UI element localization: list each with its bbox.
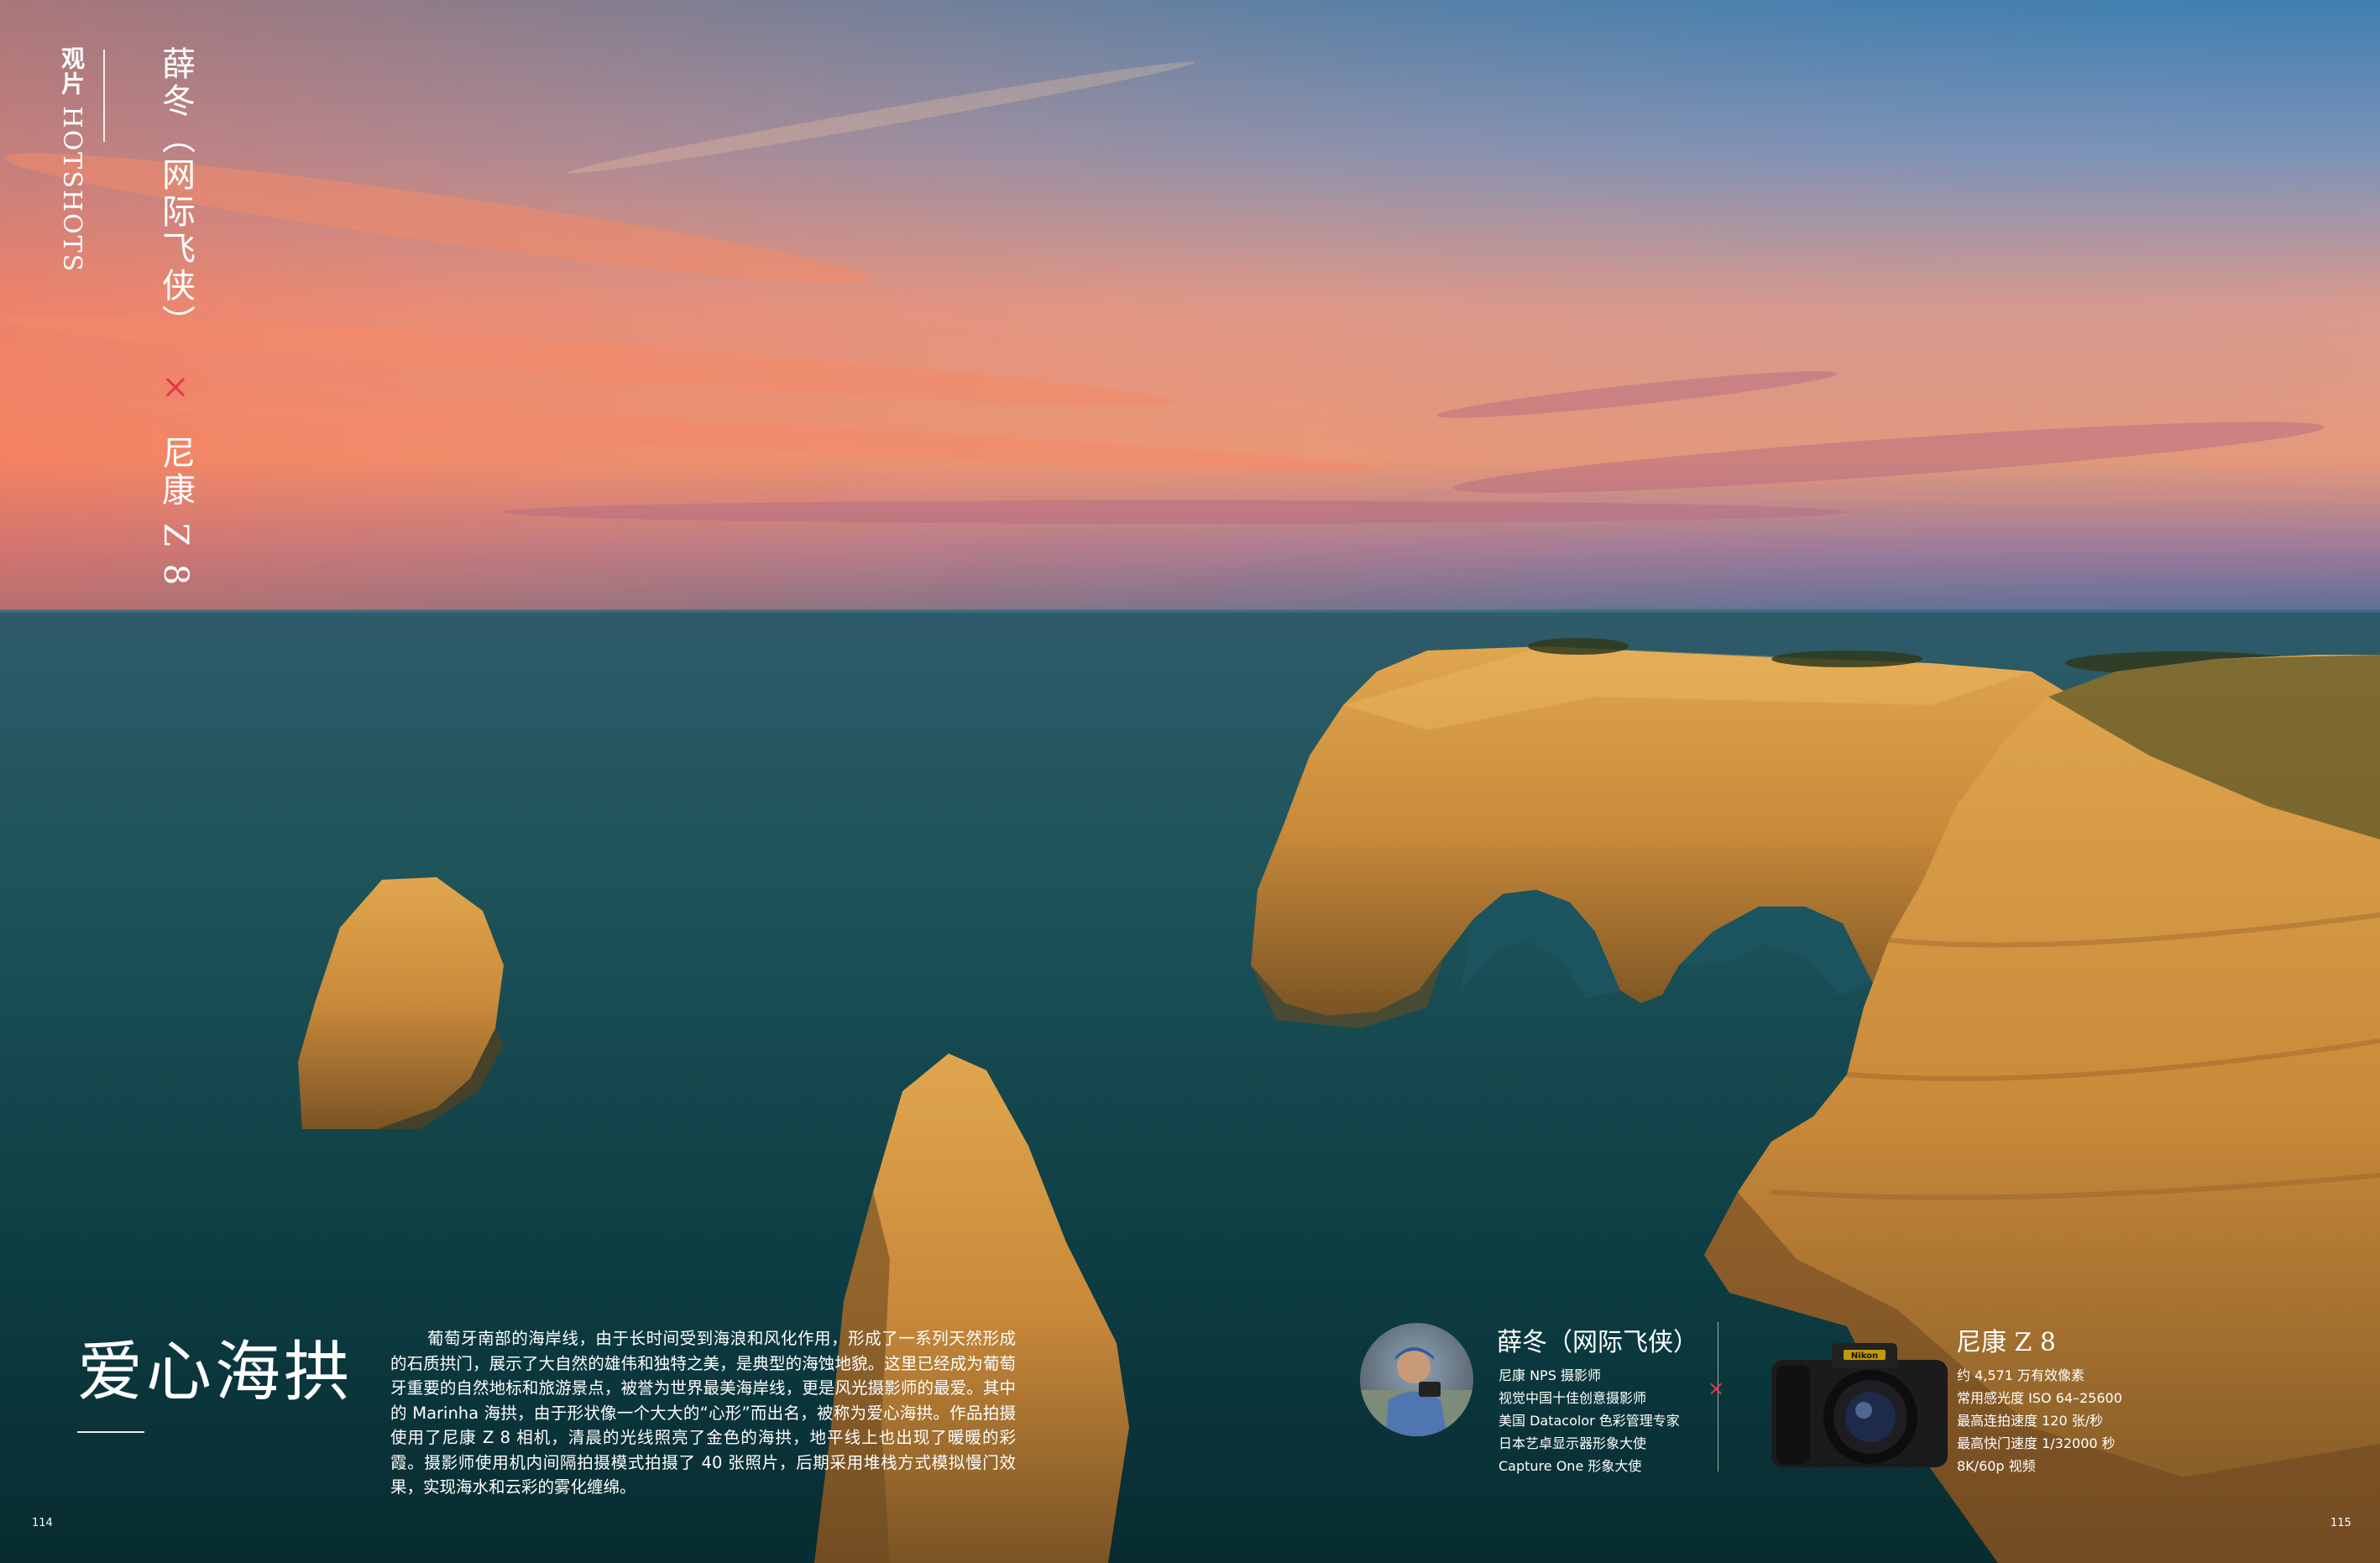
page-number-right: 115: [2330, 1517, 2351, 1529]
article-body: 葡萄牙南部的海岸线，由于长时间受到海浪和风化作用，形成了一系列天然形成的石质拱门…: [390, 1329, 1016, 1497]
spec-line: 8K/60p 视频: [1957, 1458, 2036, 1474]
bio-line: 尼康 NPS 摄影师: [1499, 1367, 1601, 1383]
photographer-name: 薛冬（网际飞侠）: [1497, 1328, 1698, 1357]
bio-line: 视觉中国十佳创意摄影师: [1499, 1390, 1647, 1406]
bio-line: 日本艺卓显示器形象大使: [1499, 1435, 1647, 1451]
avatar: [1360, 1323, 1473, 1436]
bio-line: Capture One 形象大使: [1499, 1458, 1642, 1474]
times-icon: ×: [1708, 1377, 1725, 1400]
camera-title: 尼康 Z 8: [1956, 1328, 2057, 1357]
article-title: 爱心海拱: [77, 1335, 353, 1410]
magazine-spread: Nikon 观片 HOTSHOTS 薛冬（网际飞侠） × 尼康 Z 8 爱心海拱…: [0, 0, 2380, 1563]
spec-line: 最高连拍速度 120 张/秒: [1957, 1413, 2104, 1429]
camera-name: 尼康 Z 8: [156, 435, 195, 589]
spec-line: 常用感光度 ISO 64–25600: [1957, 1390, 2122, 1406]
vertical-header: 观片 HOTSHOTS: [55, 46, 105, 273]
title-rule: [77, 1431, 144, 1433]
svg-text:Nikon: Nikon: [1851, 1351, 1878, 1361]
page-number-left: 114: [32, 1517, 53, 1529]
author-name: 薛冬（网际飞侠）: [156, 46, 195, 342]
bio-line: 美国 Datacolor 色彩管理专家: [1499, 1413, 1680, 1429]
times-symbol: ×: [156, 367, 195, 410]
spec-line: 最高快门速度 1/32000 秒: [1957, 1435, 2116, 1451]
spec-line: 约 4,571 万有效像素: [1957, 1367, 2084, 1383]
camera-specs: 约 4,571 万有效像素 常用感光度 ISO 64–25600 最高连拍速度 …: [1957, 1364, 2122, 1477]
section-label: 观片 HOTSHOTS: [57, 46, 86, 274]
photographer-bio: 尼康 NPS 摄影师 视觉中国十佳创意摄影师 美国 Datacolor 色彩管理…: [1499, 1364, 1680, 1477]
section-divider: [103, 50, 105, 142]
feature-title: 薛冬（网际飞侠） × 尼康 Z 8: [151, 46, 200, 588]
